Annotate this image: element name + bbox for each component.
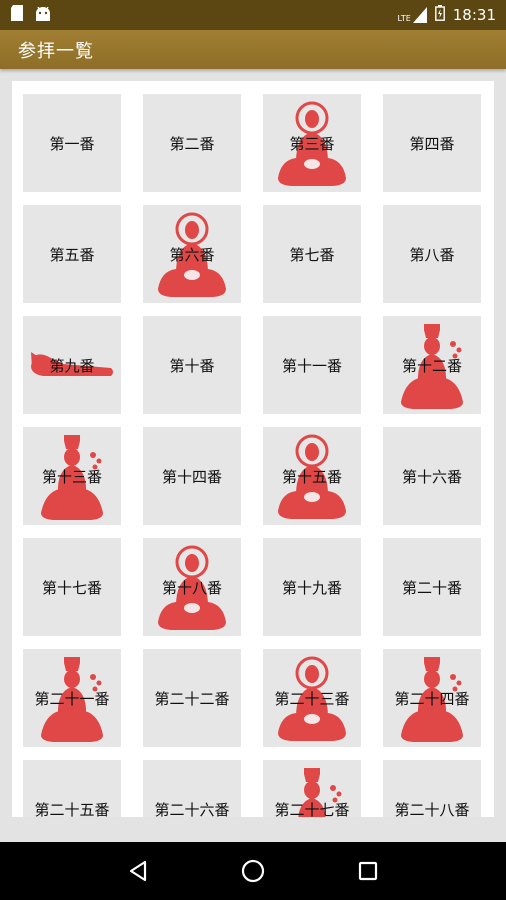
- shrine-tile[interactable]: 第十六番: [383, 427, 481, 525]
- shrine-tile-label: 第七番: [289, 245, 335, 264]
- back-button[interactable]: [118, 851, 158, 891]
- shrine-tile-label: 第十二番: [401, 356, 462, 375]
- clock: 18:31: [452, 6, 496, 24]
- shrine-tile[interactable]: 第十二番: [383, 316, 481, 414]
- shrine-tile-label: 第二十二番: [154, 689, 230, 708]
- shrine-tile-label: 第二十六番: [154, 800, 230, 818]
- android-icon: [34, 6, 52, 25]
- shrine-tile[interactable]: 第七番: [263, 205, 361, 303]
- shrine-tile-label: 第二番: [169, 134, 215, 153]
- shrine-tile-label: 第十番: [169, 356, 215, 375]
- shrine-tile-label: 第十六番: [401, 467, 462, 486]
- app-bar: 参拝一覧: [0, 30, 506, 69]
- shrine-tile[interactable]: 第二番: [143, 94, 241, 192]
- home-circle-icon: [241, 859, 265, 883]
- shrine-tile-label: 第一番: [49, 134, 95, 153]
- shrine-tile-label: 第八番: [409, 245, 455, 264]
- shrine-tile[interactable]: 第一番: [23, 94, 121, 192]
- shrine-tile[interactable]: 第二十三番: [263, 649, 361, 747]
- shrine-tile-label: 第十四番: [161, 467, 222, 486]
- shrine-tile[interactable]: 第二十一番: [23, 649, 121, 747]
- battery-icon: [434, 5, 445, 25]
- shrine-tile-label: 第六番: [169, 245, 215, 264]
- recents-square-icon: [359, 861, 378, 881]
- shrine-tile[interactable]: 第十番: [143, 316, 241, 414]
- shrine-tile[interactable]: 第十八番: [143, 538, 241, 636]
- shrine-tile[interactable]: 第二十六番: [143, 760, 241, 817]
- shrine-list-card: 第一番 第二番 第三番 第四番第五番 第六番 第七番 第八番第九番 第十番 第十一番 第十二番第十…: [12, 81, 494, 817]
- shrine-grid: 第一番 第二番 第三番 第四番第五番 第六番 第七番 第八番第九番 第十番 第十一番 第十二番第十…: [23, 94, 481, 817]
- shrine-tile[interactable]: 第二十四番: [383, 649, 481, 747]
- sd-card-icon: [10, 5, 24, 25]
- back-triangle-icon: [129, 860, 146, 882]
- shrine-tile[interactable]: 第八番: [383, 205, 481, 303]
- network-type-label: LTE: [397, 14, 411, 23]
- shrine-tile-label: 第九番: [49, 356, 95, 375]
- shrine-tile-label: 第二十四番: [394, 689, 470, 708]
- shrine-tile-label: 第十八番: [161, 578, 222, 597]
- status-bar: LTE 18:31: [0, 0, 506, 30]
- shrine-tile[interactable]: 第五番: [23, 205, 121, 303]
- shrine-tile[interactable]: 第六番: [143, 205, 241, 303]
- shrine-tile[interactable]: 第十三番: [23, 427, 121, 525]
- shrine-tile[interactable]: 第二十番: [383, 538, 481, 636]
- shrine-tile-label: 第三番: [289, 134, 335, 153]
- shrine-tile-label: 第二十五番: [34, 800, 110, 818]
- shrine-tile-label: 第二十番: [401, 578, 462, 597]
- shrine-tile[interactable]: 第四番: [383, 94, 481, 192]
- shrine-tile[interactable]: 第十五番: [263, 427, 361, 525]
- shrine-tile[interactable]: 第十四番: [143, 427, 241, 525]
- shrine-tile[interactable]: 第九番: [23, 316, 121, 414]
- shrine-tile[interactable]: 第二十五番: [23, 760, 121, 817]
- recents-button[interactable]: [348, 851, 388, 891]
- shrine-tile[interactable]: 第十七番: [23, 538, 121, 636]
- shrine-tile-label: 第二十三番: [274, 689, 350, 708]
- page-title: 参拝一覧: [18, 40, 94, 62]
- shrine-tile-label: 第五番: [49, 245, 95, 264]
- signal-icon: LTE: [397, 7, 427, 23]
- shrine-tile-label: 第二十七番: [274, 800, 350, 818]
- shrine-tile-label: 第二十八番: [394, 800, 470, 818]
- shrine-tile[interactable]: 第三番: [263, 94, 361, 192]
- navigation-bar: [0, 842, 506, 900]
- shrine-tile[interactable]: 第二十二番: [143, 649, 241, 747]
- shrine-tile[interactable]: 第十九番: [263, 538, 361, 636]
- shrine-tile-label: 第二十一番: [34, 689, 110, 708]
- shrine-tile[interactable]: 第二十八番: [383, 760, 481, 817]
- shrine-tile[interactable]: 第二十七番: [263, 760, 361, 817]
- shrine-tile[interactable]: 第十一番: [263, 316, 361, 414]
- home-button[interactable]: [233, 851, 273, 891]
- shrine-tile-label: 第十三番: [41, 467, 102, 486]
- shrine-tile-label: 第十七番: [41, 578, 102, 597]
- shrine-tile-label: 第四番: [409, 134, 455, 153]
- shrine-tile-label: 第十五番: [281, 467, 342, 486]
- shrine-tile-label: 第十一番: [281, 356, 342, 375]
- shrine-tile-label: 第十九番: [281, 578, 342, 597]
